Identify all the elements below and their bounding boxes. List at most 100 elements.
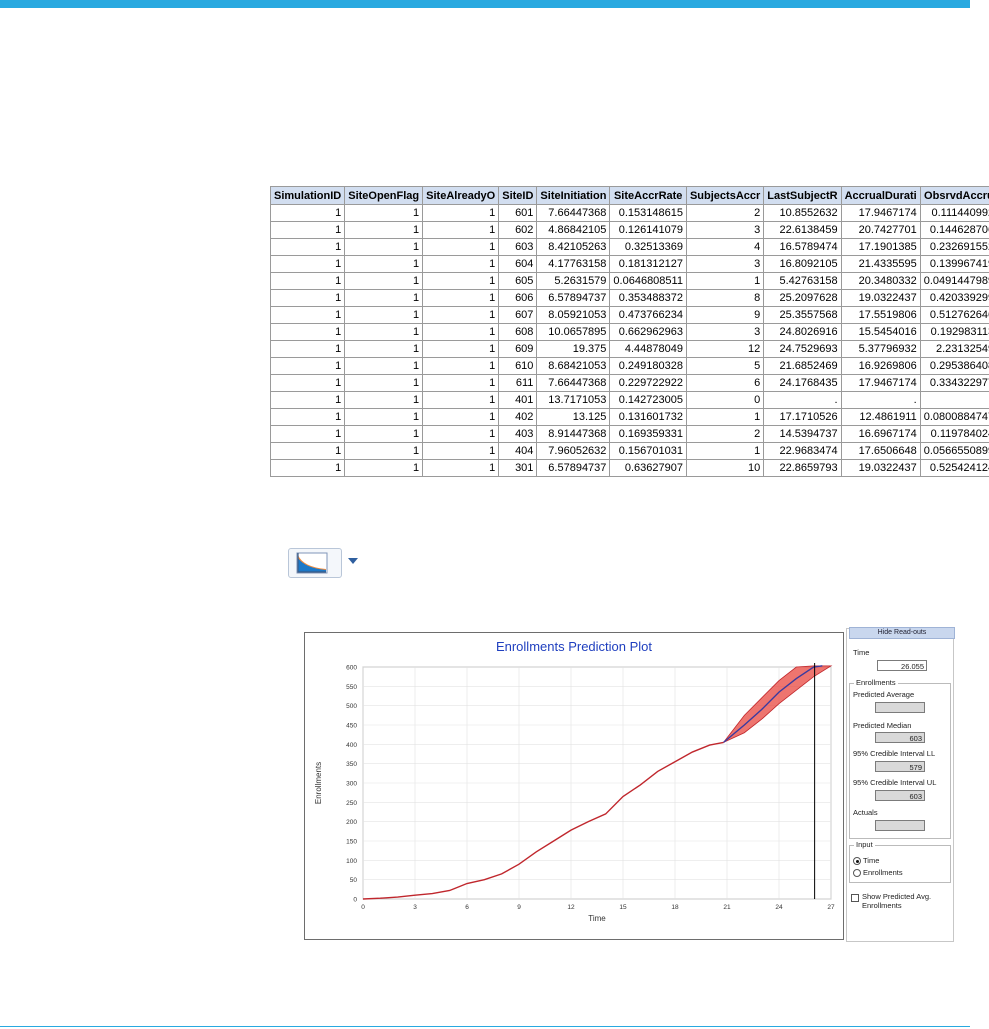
table-cell: 16.8092105	[763, 255, 842, 273]
table-cell: 2	[685, 425, 765, 443]
table-cell: 3	[685, 323, 765, 341]
table-cell: 17.1710526	[763, 408, 842, 426]
table-row[interactable]: 1 1 1 607 8.05921053 0.473766234 9 25.3557568 17…	[269, 306, 989, 324]
column-header[interactable]: SimulationID	[269, 186, 346, 205]
table-row[interactable]: 1 1 1 605 5.2631579 0.0646808511 1 5.42763158 20…	[269, 272, 989, 290]
table-row[interactable]: 1 1 1 603 8.42105263 0.32513369 4 16.5789474 17.…	[269, 238, 989, 256]
table-cell: 1	[344, 459, 424, 477]
grid-header-row: SimulationID SiteOpenFlag SiteAlreadyO Site…	[269, 186, 989, 205]
table-cell: 610	[498, 357, 538, 375]
table-row[interactable]: 1 1 1 403 8.91447368 0.169359331 2 14.5394737 16…	[269, 425, 989, 443]
x-tick-label: 24	[775, 904, 783, 911]
table-cell: 1	[422, 391, 500, 409]
table-cell: 0.232691552	[919, 238, 989, 256]
table-cell: 1	[422, 425, 500, 443]
table-cell: 1	[269, 255, 346, 273]
time-radio-label[interactable]: Time	[863, 856, 879, 865]
column-header[interactable]: LastSubjectR	[763, 186, 842, 205]
table-cell: 14.5394737	[763, 425, 842, 443]
table-cell: 5	[685, 357, 765, 375]
enrollments-radio[interactable]	[853, 869, 861, 877]
table-row[interactable]: 1 1 1 601 7.66447368 0.153148615 2 10.8552632 17…	[269, 204, 989, 222]
table-cell: 8.05921053	[536, 306, 611, 324]
show-predicted-avg-checkbox[interactable]	[851, 894, 859, 902]
table-cell: 603	[498, 238, 538, 256]
table-cell: 17.6506648	[840, 442, 921, 460]
table-row[interactable]: 1 1 1 604 4.17763158 0.181312127 3 16.8092105 21…	[269, 255, 989, 273]
plot-type-dropdown[interactable]	[288, 548, 360, 578]
table-cell: 2.23132549	[919, 340, 989, 358]
table-cell: 7.96052632	[536, 442, 611, 460]
table-cell: 1	[685, 442, 765, 460]
table-row[interactable]: 11140113.71710530.1427230050...	[269, 391, 989, 409]
table-cell: 1	[422, 323, 500, 341]
plot-tool-icon[interactable]	[288, 548, 342, 578]
table-cell: 20.7427701	[840, 221, 921, 239]
table-cell: 1	[422, 340, 500, 358]
table-cell: 0.295386408	[919, 357, 989, 375]
table-cell: 25.3557568	[763, 306, 842, 324]
table-cell: 1	[344, 357, 424, 375]
table-cell: 1	[344, 306, 424, 324]
table-cell: 1	[422, 408, 500, 426]
column-header[interactable]: SiteAccrRate	[609, 186, 687, 205]
table-row[interactable]: 1 1 1 606 6.57894737 0.353488372 8 25.2097628 19…	[269, 289, 989, 307]
table-row[interactable]: 1 1 1 402 13.125 0.131601732 1 17.1710526 12.486…	[269, 408, 989, 426]
table-cell: 6.57894737	[536, 459, 611, 477]
column-header[interactable]: SiteInitiation	[536, 186, 611, 205]
column-header[interactable]: SiteID	[498, 186, 538, 205]
table-row[interactable]: 1 1 1 404 7.96052632 0.156701031 1 22.9683474 17…	[269, 442, 989, 460]
table-row[interactable]: 1 1 1 610 8.68421053 0.249180328 5 21.6852469 16…	[269, 357, 989, 375]
table-cell: 0.473766234	[609, 306, 687, 324]
time-radio[interactable]	[853, 857, 861, 865]
show-predicted-avg-label[interactable]: Show Predicted Avg. Enrollments	[862, 892, 948, 910]
ci-ul-value: 603	[875, 790, 925, 801]
enrollments-chart[interactable]: 0 3 6 9 12 15 18 21 24 27 0 50 100 150 200 250 300 350 400…	[305, 633, 843, 939]
table-row[interactable]: 1 1 1 609 19.375 4.44878049 12 24.7529693 5.3779…	[269, 340, 989, 358]
table-cell: 1	[269, 204, 346, 222]
table-cell: 16.5789474	[763, 238, 842, 256]
table-cell: 1	[269, 272, 346, 290]
enrollments-plot-panel: Enrollments Prediction Plot 0 3 6 9 12 15 18 21…	[304, 632, 844, 940]
y-tick-label: 250	[346, 800, 357, 807]
actuals-label: Actuals	[853, 808, 878, 817]
table-row[interactable]: 1 1 1 608 10.0657895 0.662962963 3 24.8026916 15…	[269, 323, 989, 341]
table-cell: 0.144628706	[919, 221, 989, 239]
column-header[interactable]: AccrualDurati	[840, 186, 921, 205]
table-cell: 0.512762646	[919, 306, 989, 324]
column-header[interactable]: SiteAlreadyO	[422, 186, 500, 205]
y-tick-label: 100	[346, 858, 357, 865]
chevron-down-icon[interactable]	[348, 558, 358, 564]
table-cell: 5.37796932	[840, 340, 921, 358]
column-header[interactable]: ObsrvdAccru	[919, 186, 989, 205]
table-cell: 19.375	[536, 340, 611, 358]
table-cell: 1	[269, 408, 346, 426]
table-cell: 1	[269, 442, 346, 460]
table-cell: 0.192983113	[919, 323, 989, 341]
ci-ul-label: 95% Credible Interval UL	[853, 778, 937, 787]
table-row[interactable]: 1 1 1 602 4.86842105 0.126141079 3 22.6138459 20…	[269, 221, 989, 239]
enrollments-radio-label[interactable]: Enrollments	[863, 868, 903, 877]
table-cell: 4.17763158	[536, 255, 611, 273]
data-grid: SimulationID SiteOpenFlag SiteAlreadyO Site…	[269, 186, 989, 477]
table-cell: 8.42105263	[536, 238, 611, 256]
y-tick-label: 450	[346, 723, 357, 730]
table-row[interactable]: 1 1 1 611 7.66447368 0.229722922 6 24.1768435 17…	[269, 374, 989, 392]
table-cell: 24.8026916	[763, 323, 842, 341]
y-axis-label: Enrollments	[314, 762, 323, 804]
table-row[interactable]: 1 1 1 301 6.57894737 0.63627907 10 22.8659793 19…	[269, 459, 989, 477]
table-cell: 1	[344, 204, 424, 222]
table-cell: 1	[269, 425, 346, 443]
table-cell: 21.6852469	[763, 357, 842, 375]
table-cell: 17.9467174	[840, 204, 921, 222]
table-cell: 402	[498, 408, 538, 426]
table-cell: 0.0491447989	[919, 272, 989, 290]
column-header[interactable]: SubjectsAccr	[685, 186, 765, 205]
table-cell: 13.125	[536, 408, 611, 426]
hide-readouts-button[interactable]: Hide Read-outs	[849, 627, 955, 639]
table-cell: 0.63627907	[609, 459, 687, 477]
column-header[interactable]: SiteOpenFlag	[344, 186, 424, 205]
table-cell: 12	[685, 340, 765, 358]
table-cell: 5.42763158	[763, 272, 842, 290]
time-input[interactable]: 26.055	[877, 660, 927, 671]
